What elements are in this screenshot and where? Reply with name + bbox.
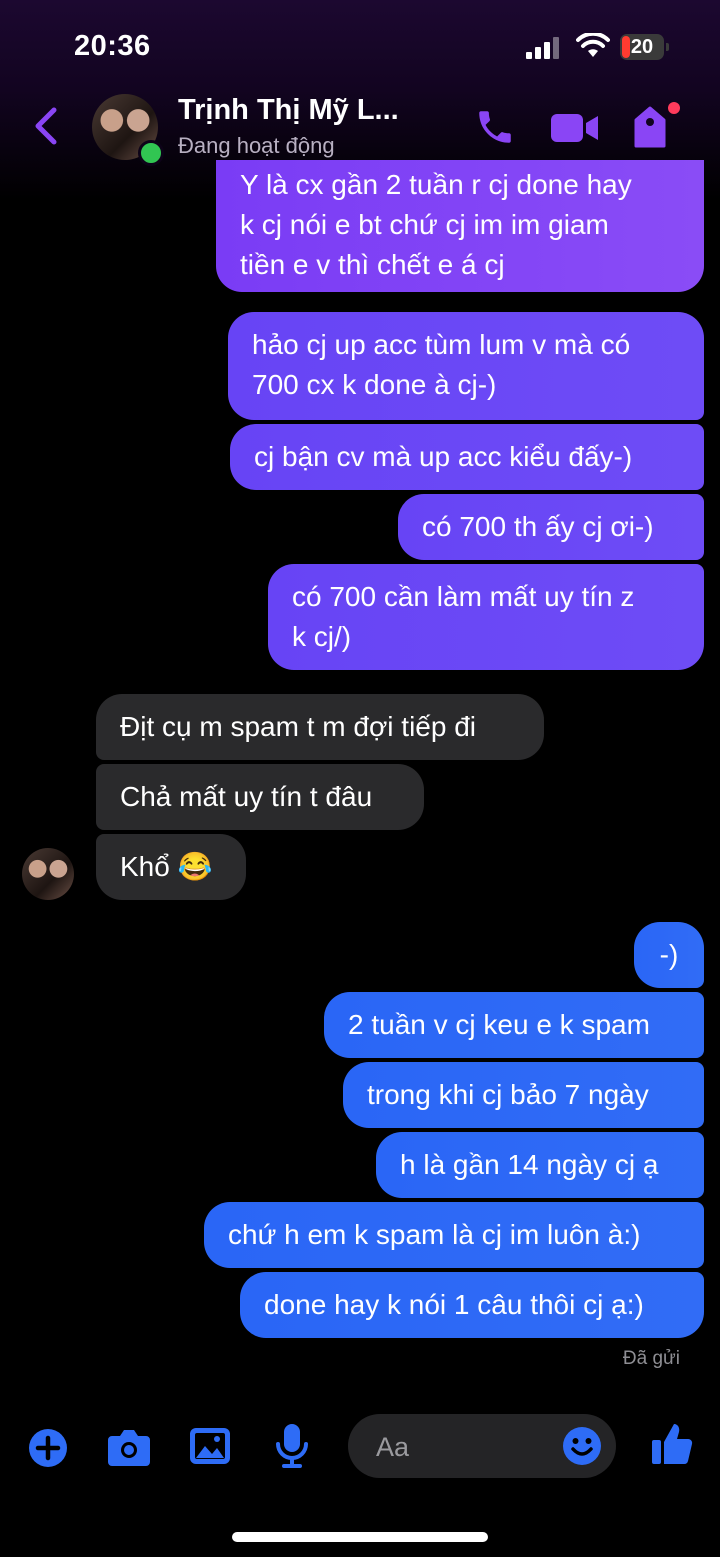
home-indicator — [232, 1532, 488, 1542]
message-line: -) — [659, 939, 679, 970]
seen-status: Đã gửi — [622, 1348, 680, 1369]
phone-icon[interactable] — [474, 106, 516, 148]
status-time: 20:36 — [74, 30, 151, 62]
message-bubble-outgoing[interactable]: -) — [634, 922, 704, 988]
tag-icon[interactable] — [630, 100, 682, 152]
message-line: chứ h em k spam là cj im luôn à:) — [228, 1219, 641, 1250]
video-icon[interactable] — [549, 110, 601, 146]
message-bubble-incoming[interactable]: Chả mất uy tín t đâu — [96, 764, 424, 830]
message-bubble-outgoing[interactable]: có 700 th ấy cj ơi-) — [398, 494, 704, 560]
message-bubble-outgoing[interactable]: cj bận cv mà up acc kiểu đấy-) — [230, 424, 704, 490]
message-bubble-outgoing[interactable]: h là gần 14 ngày cj ạ — [376, 1132, 704, 1198]
emoji-icon[interactable] — [562, 1426, 602, 1466]
message-line: k cj nói e bt chứ cj im im giam — [240, 209, 609, 240]
message-bubble-incoming[interactable]: Địt cụ m spam t m đợi tiếp đi — [96, 694, 544, 760]
message-line: có 700 th ấy cj ơi-) — [422, 511, 654, 542]
message-line: 700 cx k done à cj-) — [252, 369, 497, 400]
online-indicator — [138, 140, 164, 166]
camera-icon[interactable] — [106, 1426, 152, 1468]
plus-icon[interactable] — [28, 1428, 68, 1468]
message-line: tiền e v thì chết e á cj — [240, 249, 505, 280]
message-bubble-outgoing[interactable]: hảo cj up acc tùm lum v mà có 700 cx k d… — [228, 312, 704, 420]
battery-indicator: 20 — [620, 34, 669, 60]
message-line: trong khi cj bảo 7 ngày — [367, 1079, 649, 1110]
contact-avatar-small[interactable] — [22, 848, 74, 900]
message-bubble-outgoing[interactable]: 2 tuần v cj keu e k spam — [324, 992, 704, 1058]
message-input[interactable] — [374, 1424, 558, 1470]
message-line: Địt cụ m spam t m đợi tiếp đi — [120, 711, 477, 742]
message-line: h là gần 14 ngày cj ạ — [400, 1149, 659, 1180]
battery-percent: 20 — [630, 36, 654, 58]
message-line: Khổ 😂 — [120, 851, 213, 882]
back-icon[interactable] — [32, 106, 60, 146]
wifi-icon — [576, 33, 610, 57]
message-bubble-incoming[interactable]: Khổ 😂 — [96, 834, 246, 900]
message-line: 2 tuần v cj keu e k spam — [348, 1009, 650, 1040]
thumbs-up-icon[interactable] — [650, 1420, 694, 1468]
cellular-signal-icon — [526, 37, 560, 59]
message-line: hảo cj up acc tùm lum v mà có — [252, 329, 631, 360]
message-line: done hay k nói 1 câu thôi cj ạ:) — [264, 1289, 644, 1320]
message-line: cj bận cv mà up acc kiểu đấy-) — [254, 441, 633, 472]
contact-status: Đang hoạt động — [178, 133, 335, 158]
message-composer[interactable] — [348, 1414, 616, 1478]
message-bubble-outgoing[interactable]: trong khi cj bảo 7 ngày — [343, 1062, 704, 1128]
contact-name[interactable]: Trịnh Thị Mỹ L... — [178, 94, 399, 127]
message-line: k cj/) — [292, 621, 352, 652]
message-bubble-outgoing[interactable]: done hay k nói 1 câu thôi cj ạ:) — [240, 1272, 704, 1338]
message-line: Chả mất uy tín t đâu — [120, 781, 373, 812]
microphone-icon[interactable] — [274, 1422, 310, 1470]
message-line: Y là cx gần 2 tuần r cj done hay — [240, 169, 632, 200]
message-bubble-outgoing[interactable]: chứ h em k spam là cj im luôn à:) — [204, 1202, 704, 1268]
image-icon[interactable] — [188, 1426, 232, 1466]
message-line: có 700 cần làm mất uy tín z — [292, 581, 635, 612]
message-bubble-outgoing[interactable]: có 700 cần làm mất uy tín z k cj/) — [268, 564, 704, 670]
message-bubble-outgoing[interactable]: Y là cx gần 2 tuần r cj done hay k cj nó… — [216, 160, 704, 292]
